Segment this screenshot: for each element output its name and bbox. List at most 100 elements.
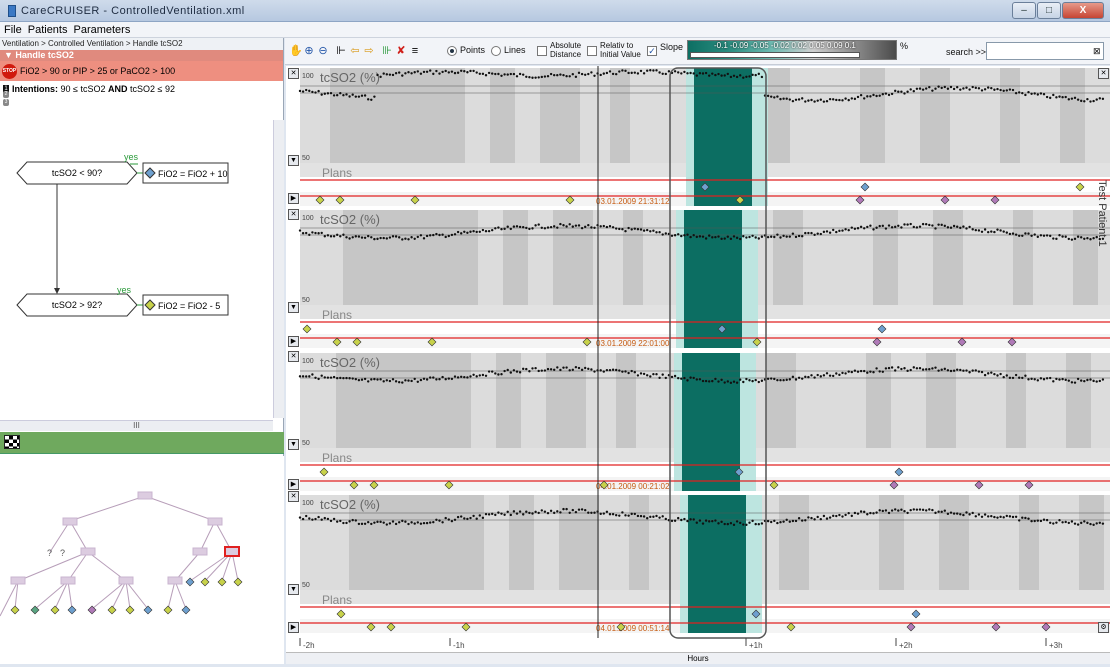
time-shading [879,495,904,590]
relative-label-line2: Initial Value [600,50,641,59]
tree-leaf-icon[interactable] [233,577,243,587]
tree-node[interactable] [62,517,78,526]
tree-node[interactable] [192,547,208,556]
data-point [825,230,829,233]
relative-initial-label: Relativ to Initial Value [600,41,641,59]
data-point [379,236,382,240]
flowchart-vertical-scrollbar[interactable] [273,120,284,418]
data-point [500,74,503,77]
lines-radio[interactable] [491,46,501,56]
tree-node[interactable] [118,576,134,585]
collapse-panel-icon[interactable]: ▼ [288,584,299,595]
add-row-icon[interactable]: ⊪ [381,43,393,59]
search-input[interactable] [986,42,1104,60]
data-point [317,232,320,235]
zoom-out-icon[interactable]: ⊖ [317,43,329,59]
close-panel-icon[interactable]: ✕ [288,209,299,220]
data-point [813,376,816,379]
tree-leaf-icon[interactable] [107,605,117,615]
data-point [897,509,900,512]
menu-parameters[interactable]: Parameters [73,24,130,36]
data-point [413,71,416,74]
delete-icon[interactable]: ✘ [395,43,407,59]
expand-plans-icon[interactable]: ▶ [288,622,299,633]
plan-marker-icon[interactable] [877,324,887,334]
tree-leaf-icon[interactable] [143,605,153,615]
data-point [360,94,364,97]
tree-leaf-icon[interactable] [67,605,77,615]
data-point [308,517,311,520]
tree-node[interactable] [60,576,76,585]
data-point [717,380,720,383]
close-panel-icon[interactable]: ✕ [288,68,299,79]
data-point [801,519,804,522]
selection-highlight[interactable] [684,210,742,348]
points-radio[interactable] [447,46,457,56]
data-point [751,379,754,383]
data-point [804,100,807,103]
tree-node[interactable] [167,576,183,585]
arrow-right-icon[interactable]: ⇨ [363,43,375,59]
plan-marker-icon[interactable] [860,182,870,192]
data-point [770,95,773,98]
data-point [636,72,640,75]
slope-slider[interactable] [690,52,860,58]
collapse-panel-icon[interactable]: ▼ [288,155,299,166]
zoom-in-icon[interactable]: ⊕ [303,43,315,59]
menu-patients[interactable]: Patients [28,24,68,36]
slope-checkbox[interactable]: ✓ [647,46,657,56]
plan-marker-icon[interactable] [319,467,329,477]
tree-node[interactable] [207,517,223,526]
action-2-text: FiO2 = FiO2 - 5 [158,301,220,311]
search-clear-icon[interactable]: ⊠ [1093,46,1101,57]
data-point [376,73,379,77]
absolute-distance-checkbox[interactable] [537,46,547,56]
flowchart-horizontal-scrollbar[interactable]: III [0,420,273,431]
relative-initial-checkbox[interactable] [587,46,597,56]
collapse-panel-icon[interactable]: ▼ [288,302,299,313]
tree-leaf-icon[interactable] [217,577,227,587]
data-point [611,226,615,229]
collapse-panel-icon[interactable]: ▼ [288,439,299,450]
tree-node-selected[interactable] [224,546,240,557]
plan-marker-icon[interactable] [336,609,346,619]
selection-highlight[interactable] [688,495,746,633]
settings-icon[interactable]: ⚙ [1098,622,1109,633]
data-point [422,521,426,525]
tree-node[interactable] [80,547,96,556]
close-panel-icon[interactable]: ✕ [288,491,299,502]
time-shading [860,68,885,163]
tree-leaf-icon[interactable] [200,577,210,587]
tree-node[interactable] [10,576,26,585]
data-point [692,376,695,380]
filter-icon[interactable]: ≡ [409,43,421,59]
align-icon[interactable]: ⊩ [335,43,347,59]
maximize-button[interactable]: □ [1037,2,1061,19]
minimize-button[interactable]: – [1012,2,1036,19]
plan-marker-icon[interactable] [1075,182,1085,192]
data-point [925,509,928,512]
close-view-icon[interactable]: ✕ [1098,68,1109,79]
close-button[interactable]: X [1062,2,1104,19]
tree-leaf-icon[interactable] [10,605,20,615]
plan-marker-icon[interactable] [894,467,904,477]
tree-leaf-icon[interactable] [50,605,60,615]
plan-header[interactable]: ▼ Handle tcSO2 [0,50,283,61]
pan-icon[interactable]: ✋ [289,43,303,59]
tree-leaf-icon[interactable] [163,605,173,615]
data-point [549,225,553,229]
data-point [788,520,791,523]
tree-node[interactable] [137,491,153,500]
expand-plans-icon[interactable]: ▶ [288,193,299,204]
tree-leaf-icon[interactable] [181,605,191,615]
expand-plans-icon[interactable]: ▶ [288,479,299,490]
arrow-left-icon[interactable]: ⇦ [349,43,361,59]
tree-leaf-icon[interactable] [125,605,135,615]
plan-marker-icon[interactable] [302,324,312,334]
plan-marker-icon[interactable] [911,609,921,619]
selection-highlight[interactable] [682,353,740,491]
menu-file[interactable]: File [4,24,22,36]
expand-plans-icon[interactable]: ▶ [288,336,299,347]
data-point [1042,378,1046,381]
close-panel-icon[interactable]: ✕ [288,351,299,362]
